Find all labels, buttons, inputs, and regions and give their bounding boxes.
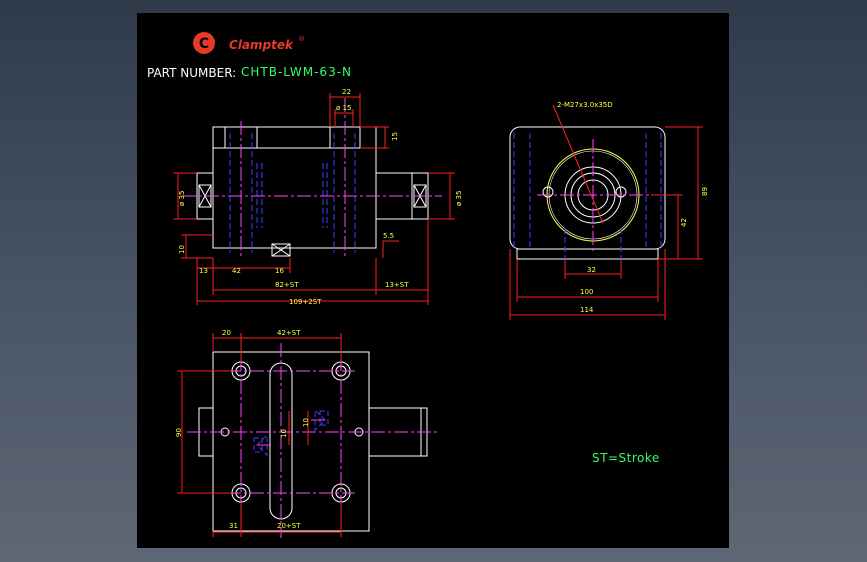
dim-89: 89 <box>701 187 709 196</box>
dim-82-st: 82+ST <box>275 281 299 289</box>
dim-22: 22 <box>342 88 351 96</box>
logo: C Clamptek ® <box>193 32 305 54</box>
cad-drawing: C Clamptek ® PART NUMBER: CHTB-LWM-63-N <box>147 32 709 538</box>
top-dimensions <box>177 333 342 537</box>
front-hidden-lines <box>229 133 356 253</box>
dim-114: 114 <box>580 306 594 314</box>
dim-dia-35-left: ø 35 <box>178 191 186 206</box>
part-number-label: PART NUMBER: <box>147 66 236 80</box>
dim-16: 16 <box>275 267 284 275</box>
dim-32: 32 <box>587 266 596 274</box>
top-view: 20 42+ST 90 10 10 31 20+ST <box>175 329 437 538</box>
dim-100: 100 <box>580 288 593 296</box>
dim-109-2st: 109+2ST <box>289 298 322 306</box>
dim-15: 15 <box>391 132 399 141</box>
top-center-lines <box>187 343 437 538</box>
top-dimension-text: 20 42+ST 90 10 10 31 20+ST <box>175 329 310 530</box>
front-body-outline <box>212 126 377 249</box>
thread-callout: 2-M27x3.0x35D <box>557 101 613 109</box>
dim-dia-35-right: ø 35 <box>455 191 463 206</box>
cad-drawing-viewport[interactable]: C Clamptek ® PART NUMBER: CHTB-LWM-63-N <box>137 13 729 548</box>
front-view: 22 ø 15 15 ø 35 ø 35 10 5.5 13 42 16 82+… <box>173 88 463 306</box>
side-center-lines <box>537 139 649 253</box>
dim-31: 31 <box>229 522 238 530</box>
dim-42-side: 42 <box>680 218 688 227</box>
logo-registered: ® <box>298 35 305 43</box>
logo-mark-letter: C <box>199 36 209 52</box>
dim-90: 90 <box>175 428 183 437</box>
dim-13-st: 13+ST <box>385 281 409 289</box>
side-body-outline <box>509 126 666 250</box>
dim-20-st: 20+ST <box>277 522 301 530</box>
side-dimension-text: 2-M27x3.0x35D 89 42 32 100 114 <box>557 101 709 314</box>
dim-dia-15-top: ø 15 <box>336 104 351 112</box>
dim-13: 13 <box>199 267 208 275</box>
front-center-lines <box>182 98 442 258</box>
logo-name: Clamptek <box>229 38 294 52</box>
dim-10-left: 10 <box>178 245 186 254</box>
dim-10-a: 10 <box>280 429 288 438</box>
part-number-value: CHTB-LWM-63-N <box>241 65 352 79</box>
dim-42-st: 42+ST <box>277 329 301 337</box>
stroke-legend: ST=Stroke <box>592 451 660 465</box>
side-base <box>516 248 659 260</box>
side-view: 2-M27x3.0x35D 89 42 32 100 114 <box>509 101 709 320</box>
dim-10-b: 10 <box>302 418 310 427</box>
front-dimensions <box>173 93 455 305</box>
dim-20: 20 <box>222 329 231 337</box>
dim-42: 42 <box>232 267 241 275</box>
dim-5-5: 5.5 <box>383 232 394 240</box>
